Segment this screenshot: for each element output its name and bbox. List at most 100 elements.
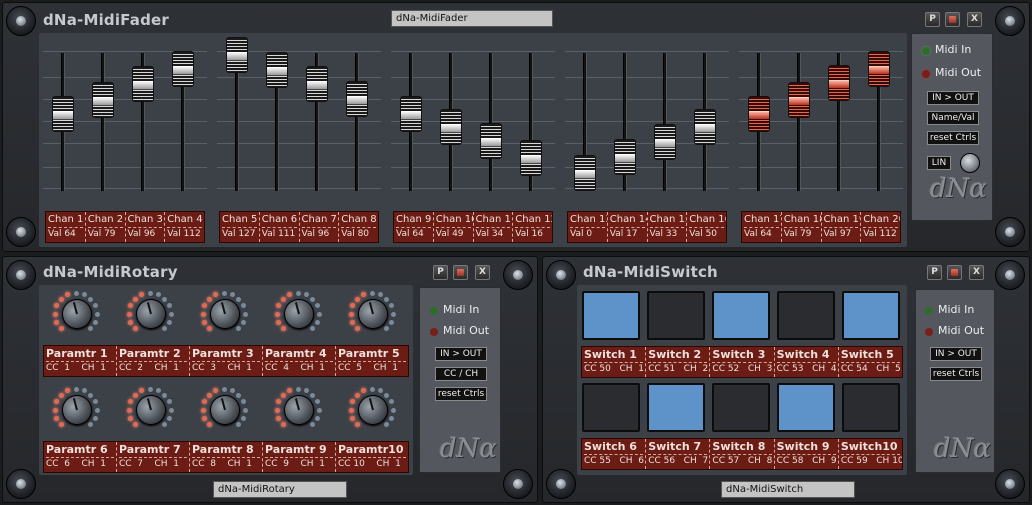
switch-pad[interactable] bbox=[842, 383, 900, 432]
fader-handle[interactable] bbox=[574, 155, 596, 191]
fader-handle[interactable] bbox=[92, 81, 114, 118]
close-button[interactable]: X bbox=[969, 265, 984, 280]
midiswitch-name-field[interactable]: dNa-MidiSwitch bbox=[721, 481, 855, 498]
rotary-knob[interactable] bbox=[49, 289, 103, 339]
rotary-knob[interactable] bbox=[49, 385, 103, 435]
minimize-button[interactable] bbox=[947, 265, 962, 280]
curve-knob[interactable] bbox=[960, 153, 980, 173]
rotary-knob[interactable] bbox=[345, 385, 399, 435]
fader-handle[interactable] bbox=[614, 139, 636, 176]
in-out-button[interactable]: IN > OUT bbox=[435, 347, 487, 361]
channel-label[interactable]: Chan 16 Val 50 bbox=[687, 212, 726, 242]
channel-label[interactable]: Chan 8 Val 80 bbox=[339, 212, 378, 242]
channel-label[interactable]: Chan 14 Val 17 bbox=[608, 212, 648, 242]
channel-label[interactable]: Chan 12 Val 16 bbox=[513, 212, 552, 242]
param-label[interactable]: Paramtr 2 CC 2 CH 1 bbox=[117, 346, 190, 376]
fader-handle[interactable] bbox=[226, 37, 248, 73]
fader-handle[interactable] bbox=[266, 51, 288, 88]
reset-ctrls-button[interactable]: reset Ctrls bbox=[927, 131, 979, 145]
channel-label[interactable]: Chan 6 Val 111 bbox=[260, 212, 300, 242]
lin-button[interactable]: LIN bbox=[927, 156, 951, 170]
fader-handle[interactable] bbox=[346, 80, 368, 117]
fader-handle[interactable] bbox=[172, 50, 194, 87]
close-button[interactable]: X bbox=[967, 12, 982, 27]
channel-label[interactable]: Chan 7 Val 96 bbox=[300, 212, 340, 242]
in-out-button[interactable]: IN > OUT bbox=[930, 347, 982, 361]
pin-button[interactable]: P bbox=[927, 265, 942, 280]
rotary-knob[interactable] bbox=[123, 289, 177, 339]
param-label[interactable]: Paramtr 3 CC 3 CH 1 bbox=[190, 346, 263, 376]
switch-label[interactable]: Switch 3 CC 52 CH 3 bbox=[710, 347, 775, 377]
param-label[interactable]: Paramtr 8 CC 8 CH 1 bbox=[190, 442, 263, 472]
fader-handle[interactable] bbox=[828, 64, 850, 101]
cc-ch-button[interactable]: CC / CH bbox=[435, 367, 487, 381]
fader-handle[interactable] bbox=[788, 81, 810, 118]
pin-button[interactable]: P bbox=[925, 12, 940, 27]
channel-label[interactable]: Chan 4 Val 112 bbox=[165, 212, 204, 242]
channel-label[interactable]: Chan 1 Val 64 bbox=[46, 212, 86, 242]
reset-ctrls-button[interactable]: reset Ctrls bbox=[930, 367, 982, 381]
switch-pad[interactable] bbox=[777, 291, 835, 340]
fader-handle[interactable] bbox=[400, 95, 422, 132]
switch-pad[interactable] bbox=[712, 291, 770, 340]
fader-handle[interactable] bbox=[868, 50, 890, 87]
channel-label[interactable]: Chan 5 Val 127 bbox=[220, 212, 260, 242]
channel-label[interactable]: Chan 10 Val 49 bbox=[434, 212, 474, 242]
pin-button[interactable]: P bbox=[433, 265, 448, 280]
switch-label[interactable]: Switch 8 CC 57 CH 8 bbox=[710, 439, 775, 469]
channel-label[interactable]: Chan 13 Val 0 bbox=[568, 212, 608, 242]
fader-handle[interactable] bbox=[132, 65, 154, 102]
switch-label[interactable]: Switch 7 CC 56 CH 7 bbox=[646, 439, 711, 469]
channel-label[interactable]: Chan 11 Val 34 bbox=[474, 212, 514, 242]
fader-handle[interactable] bbox=[694, 108, 716, 145]
rotary-knob[interactable] bbox=[271, 289, 325, 339]
param-label[interactable]: Paramtr 7 CC 7 CH 1 bbox=[117, 442, 190, 472]
channel-label[interactable]: Chan 18 Val 79 bbox=[782, 212, 822, 242]
switch-label[interactable]: Switch 6 CC 55 CH 6 bbox=[582, 439, 647, 469]
channel-label[interactable]: Chan 9 Val 64 bbox=[394, 212, 434, 242]
channel-label[interactable]: Chan 20 Val 112 bbox=[861, 212, 900, 242]
rotary-knob[interactable] bbox=[197, 289, 251, 339]
param-label[interactable]: Paramtr10 CC 10 CH 1 bbox=[336, 442, 408, 472]
switch-pad[interactable] bbox=[647, 383, 705, 432]
fader-handle[interactable] bbox=[654, 124, 676, 161]
param-label[interactable]: Paramtr 6 CC 6 CH 1 bbox=[44, 442, 117, 472]
switch-pad[interactable] bbox=[582, 291, 640, 340]
channel-label[interactable]: Chan 15 Val 33 bbox=[648, 212, 688, 242]
fader-handle[interactable] bbox=[440, 109, 462, 146]
param-label[interactable]: Paramtr 1 CC 1 CH 1 bbox=[44, 346, 117, 376]
rotary-knob[interactable] bbox=[345, 289, 399, 339]
channel-label[interactable]: Chan 2 Val 79 bbox=[86, 212, 126, 242]
fader-handle[interactable] bbox=[306, 65, 328, 102]
switch-pad[interactable] bbox=[842, 291, 900, 340]
minimize-button[interactable] bbox=[453, 265, 468, 280]
rotary-knob[interactable] bbox=[197, 385, 251, 435]
midifader-name-field[interactable]: dNa-MidiFader bbox=[391, 10, 553, 27]
param-label[interactable]: Paramtr 5 CC 5 CH 1 bbox=[336, 346, 408, 376]
rotary-knob[interactable] bbox=[271, 385, 325, 435]
fader-handle[interactable] bbox=[480, 123, 502, 160]
channel-label[interactable]: Chan 3 Val 96 bbox=[126, 212, 166, 242]
name-val-button[interactable]: Name/Val bbox=[927, 111, 979, 125]
channel-label[interactable]: Chan 19 Val 97 bbox=[822, 212, 862, 242]
switch-pad[interactable] bbox=[582, 383, 640, 432]
fader-handle[interactable] bbox=[748, 95, 770, 132]
switch-pad[interactable] bbox=[647, 291, 705, 340]
param-label[interactable]: Paramtr 9 CC 9 CH 1 bbox=[263, 442, 336, 472]
switch-label[interactable]: Switch 9 CC 58 CH 9 bbox=[775, 439, 839, 469]
fader-handle[interactable] bbox=[52, 95, 74, 132]
close-button[interactable]: X bbox=[475, 265, 490, 280]
minimize-button[interactable] bbox=[945, 12, 960, 27]
rotary-knob[interactable] bbox=[123, 385, 177, 435]
switch-label[interactable]: Switch10 CC 59 CH 10 bbox=[839, 439, 902, 469]
param-label[interactable]: Paramtr 4 CC 4 CH 1 bbox=[263, 346, 336, 376]
switch-pad[interactable] bbox=[712, 383, 770, 432]
switch-label[interactable]: Switch 2 CC 51 CH 2 bbox=[646, 347, 711, 377]
switch-label[interactable]: Switch 5 CC 54 CH 5 bbox=[839, 347, 902, 377]
switch-label[interactable]: Switch 4 CC 53 CH 4 bbox=[775, 347, 839, 377]
channel-label[interactable]: Chan 17 Val 64 bbox=[742, 212, 782, 242]
switch-label[interactable]: Switch 1 CC 50 CH 1 bbox=[582, 347, 647, 377]
reset-ctrls-button[interactable]: reset Ctrls bbox=[435, 387, 487, 401]
switch-pad[interactable] bbox=[777, 383, 835, 432]
fader-handle[interactable] bbox=[520, 140, 542, 177]
